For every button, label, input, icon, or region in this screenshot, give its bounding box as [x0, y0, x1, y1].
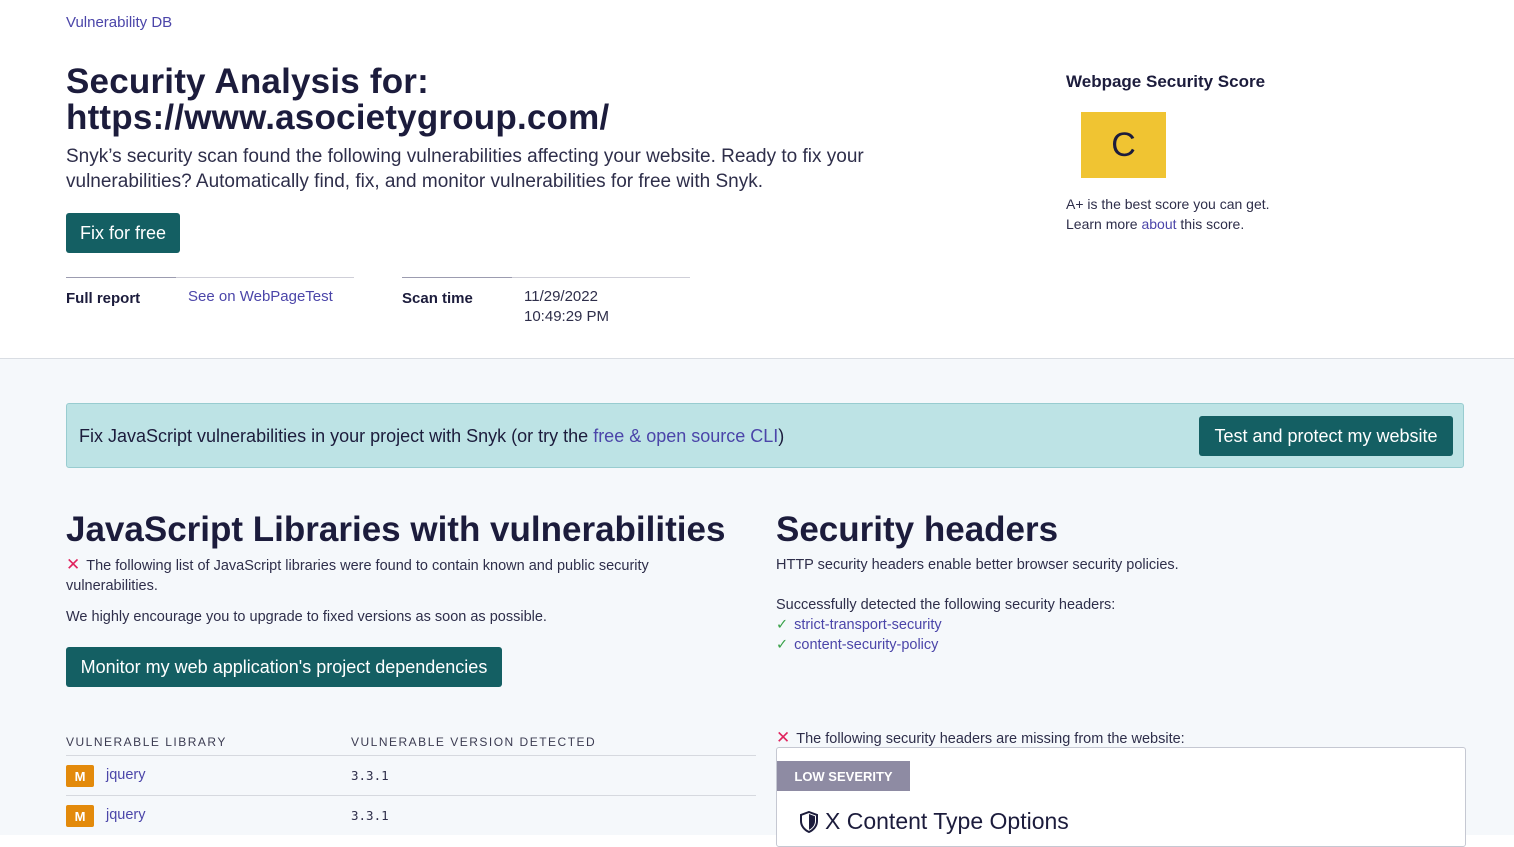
- medium-severity-badge: M: [66, 805, 94, 827]
- meta-divider: [66, 277, 176, 278]
- page-title: Security Analysis for: https://www.asoci…: [66, 64, 609, 136]
- upgrade-encouragement: We highly encourage you to upgrade to fi…: [66, 609, 547, 625]
- library-version: 3.3.1: [351, 768, 389, 783]
- banner-text-pre: Fix JavaScript vulnerabilities in your p…: [79, 426, 594, 446]
- error-x-icon: ✕: [776, 728, 791, 747]
- score-note-post: this score.: [1176, 216, 1245, 232]
- meta-divider: [402, 277, 512, 278]
- test-protect-website-button[interactable]: Test and protect my website: [1199, 416, 1453, 456]
- security-grade-badge: C: [1081, 112, 1166, 178]
- detected-headers-intro: Successfully detected the following secu…: [776, 597, 1116, 613]
- snyk-cli-banner: Fix JavaScript vulnerabilities in your p…: [66, 403, 1464, 468]
- score-note-pre: Learn more: [1066, 216, 1142, 232]
- page-title-url: https://www.asocietygroup.com/: [66, 98, 610, 137]
- error-x-icon: ✕: [66, 555, 81, 574]
- library-link[interactable]: jquery: [106, 807, 146, 823]
- missing-header-name: X Content Type Options: [825, 808, 1069, 834]
- header-link-csp[interactable]: content-security-policy: [794, 637, 938, 653]
- open-source-cli-link[interactable]: free & open source CLI: [593, 426, 778, 446]
- missing-headers-intro: ✕ The following security headers are miss…: [776, 728, 1185, 749]
- fix-for-free-button[interactable]: Fix for free: [66, 213, 180, 253]
- check-icon: ✓: [776, 637, 789, 653]
- table-row: M jquery 3.3.1: [66, 795, 756, 836]
- security-headers-description: HTTP security headers enable better brow…: [776, 557, 1179, 573]
- missing-header-title: X Content Type Options: [799, 808, 1069, 835]
- intro-text: Snyk’s security scan found the following…: [66, 144, 946, 194]
- low-severity-badge: LOW SEVERITY: [777, 761, 910, 791]
- security-headers-heading: Security headers: [776, 510, 1059, 549]
- scan-date: 11/29/2022: [524, 288, 598, 305]
- missing-header-card: LOW SEVERITY X Content Type Options: [776, 747, 1466, 847]
- library-link[interactable]: jquery: [106, 767, 146, 783]
- scan-time-label: Scan time: [402, 290, 473, 307]
- js-libraries-heading: JavaScript Libraries with vulnerabilitie…: [66, 510, 726, 549]
- webpagetest-link[interactable]: See on WebPageTest: [188, 287, 333, 307]
- col-vulnerable-library: VULNERABLE LIBRARY: [66, 735, 227, 749]
- about-score-link[interactable]: about: [1141, 216, 1176, 232]
- score-note: A+ is the best score you can get. Learn …: [1066, 194, 1270, 234]
- libraries-warning: ✕ The following list of JavaScript librar…: [66, 555, 726, 596]
- header-link-hsts[interactable]: strict-transport-security: [794, 617, 941, 633]
- breadcrumb-vulnerability-db[interactable]: Vulnerability DB: [66, 14, 172, 31]
- detected-headers: Successfully detected the following secu…: [776, 595, 1115, 655]
- banner-text: Fix JavaScript vulnerabilities in your p…: [79, 426, 784, 447]
- banner-text-post: ): [778, 426, 785, 446]
- shield-icon: [800, 810, 818, 833]
- intro-line2: vulnerabilities? Automatically find, fix…: [66, 171, 763, 192]
- intro-line1: Snyk’s security scan found the following…: [66, 146, 864, 167]
- security-score-title: Webpage Security Score: [1066, 72, 1266, 91]
- monitor-dependencies-button[interactable]: Monitor my web application's project dep…: [66, 647, 502, 687]
- missing-headers-text: The following security headers are missi…: [796, 731, 1185, 747]
- scan-time-value: 11/29/2022 10:49:29 PM: [524, 287, 609, 327]
- medium-severity-badge: M: [66, 765, 94, 787]
- table-row: M jquery 3.3.1: [66, 755, 756, 796]
- full-report-label: Full report: [66, 290, 141, 307]
- col-vulnerable-version: VULNERABLE VERSION DETECTED: [351, 735, 597, 749]
- libraries-warning-line2: vulnerabilities.: [66, 578, 158, 594]
- page-title-line1: Security Analysis for:: [66, 62, 429, 101]
- libraries-warning-line1: The following list of JavaScript librari…: [86, 558, 649, 574]
- score-note-best: A+ is the best score you can get.: [1066, 196, 1270, 212]
- library-version: 3.3.1: [351, 808, 389, 823]
- scan-clock: 10:49:29 PM: [524, 308, 610, 325]
- meta-divider: [512, 277, 690, 278]
- check-icon: ✓: [776, 617, 789, 633]
- meta-divider: [176, 277, 354, 278]
